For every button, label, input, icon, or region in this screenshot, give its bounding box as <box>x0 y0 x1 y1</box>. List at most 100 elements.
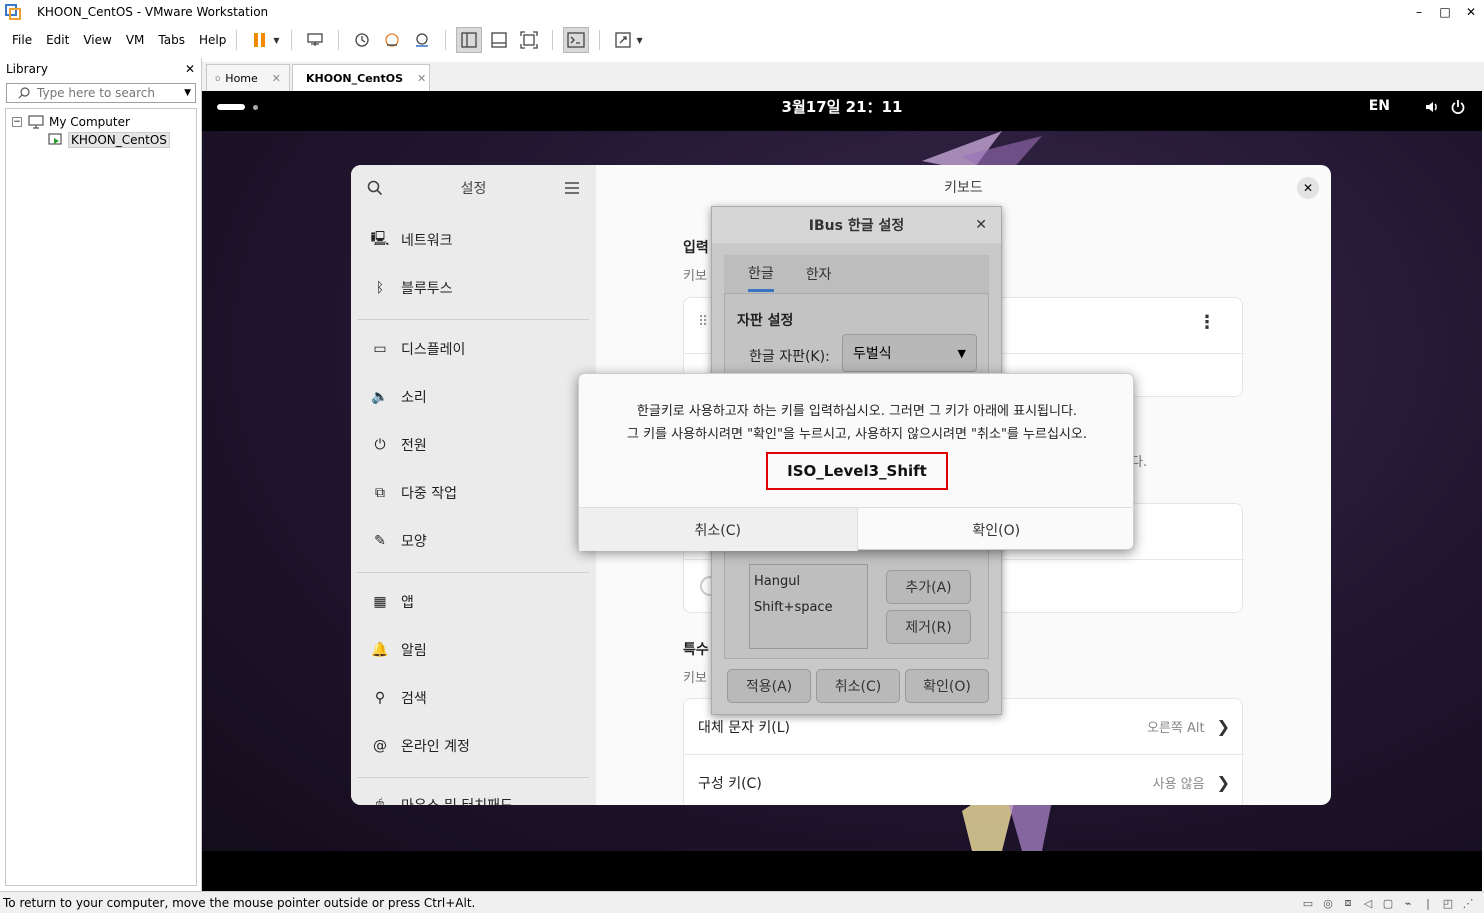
sidebar-item-online-accounts[interactable]: @ 온라인 계정 <box>371 734 470 758</box>
power-dropdown-arrow-icon[interactable]: ▼ <box>273 36 279 45</box>
network-adapter-icon[interactable]: ⧈ <box>1338 895 1358 911</box>
sidebar-item-multitasking[interactable]: ⧉ 다중 작업 <box>371 481 457 505</box>
snapshot-manager-button[interactable] <box>409 27 435 53</box>
console-view-button[interactable] <box>563 27 590 53</box>
library-close-icon[interactable]: ✕ <box>185 62 195 76</box>
suspend-button[interactable] <box>247 27 273 53</box>
stretch-guest-button[interactable] <box>610 27 636 53</box>
toolbar-separator <box>445 30 447 50</box>
key-dialog-ok-button[interactable]: 확인(O) <box>858 508 1136 551</box>
tab-khoon-centos[interactable]: KHOON_CentOS ✕ <box>292 64 430 91</box>
search-dropdown-arrow-icon[interactable]: ▼ <box>184 88 191 98</box>
message-log-icon[interactable]: ◰ <box>1438 895 1458 911</box>
sidebar-item-apps[interactable]: ▦ 앱 <box>371 590 414 614</box>
sidebar-item-label: 블루투스 <box>401 281 453 297</box>
cd-dvd-icon[interactable]: ◎ <box>1318 895 1338 911</box>
chevron-right-icon: ❯ <box>1216 773 1230 792</box>
library-panel: Library ✕ ▼ − My Computer KHOON_CentOS <box>0 58 202 891</box>
window-controls: – □ ✕ <box>1406 0 1484 24</box>
library-header: Library ✕ <box>0 58 201 80</box>
resize-grip-icon[interactable]: ⋰ <box>1458 895 1478 911</box>
sound-card-icon[interactable]: ◁ <box>1358 895 1378 911</box>
appearance-icon: ✎ <box>374 533 386 549</box>
menu-vm[interactable]: VM <box>126 33 145 47</box>
hard-disk-icon[interactable]: ▭ <box>1298 895 1318 911</box>
power-menu-icon[interactable] <box>1450 99 1466 115</box>
hangul-layout-select[interactable]: 두벌식 ▼ <box>842 334 977 372</box>
clock[interactable]: 3월17일 21：11 <box>202 91 1482 131</box>
tree-item-label: My Computer <box>49 115 130 129</box>
add-key-button[interactable]: 추가(A) <box>886 570 971 604</box>
sidebar-item-search[interactable]: ⚲ 검색 <box>371 686 427 710</box>
hamburger-menu-icon[interactable] <box>564 181 580 195</box>
bluetooth-icon: ᛒ <box>375 280 385 296</box>
revert-snapshot-icon <box>385 33 400 47</box>
dialog-buttons: 취소(C) 확인(O) <box>579 507 1135 551</box>
close-window-button[interactable]: ✕ <box>1458 0 1484 24</box>
maximize-button[interactable]: □ <box>1432 0 1458 24</box>
tree-item-khoon-centos[interactable]: KHOON_CentOS <box>48 131 196 149</box>
tab-close-icon[interactable]: ✕ <box>272 72 281 85</box>
row-value-text: 오른쪽 Alt <box>1146 721 1205 736</box>
tab-label: Home <box>225 71 258 85</box>
tab-hanja[interactable]: 한자 <box>806 258 832 290</box>
library-search-input[interactable] <box>37 86 177 100</box>
snapshot-button[interactable] <box>349 27 375 53</box>
sidebar-item-network[interactable]: 🖳 네트워크 <box>371 228 453 252</box>
home-icon <box>215 75 221 81</box>
usb-icon[interactable]: ⌁ <box>1398 895 1418 911</box>
guest-screen[interactable]: 3월17일 21：11 EN 설정 🖳 네트워크 ᛒ 블루투스 ▭ 디스플레이 … <box>202 91 1482 891</box>
sidebar-item-label: 디스플레이 <box>401 342 466 358</box>
sidebar-item-label: 알림 <box>401 643 427 659</box>
full-screen-button[interactable] <box>516 27 542 53</box>
compose-key-row[interactable]: 구성 키(C) 사용 않음 ❯ <box>684 755 1244 805</box>
library-search-box[interactable]: ▼ <box>6 83 196 103</box>
key-dialog-cancel-button[interactable]: 취소(C) <box>579 508 858 551</box>
sidebar-item-notifications[interactable]: 🔔 알림 <box>371 638 427 662</box>
menu-help[interactable]: Help <box>199 33 226 47</box>
sidebar-view-icon <box>461 32 478 48</box>
row-value-text: 사용 않음 <box>1152 777 1205 792</box>
view-library-button[interactable] <box>456 27 483 53</box>
ibus-close-icon[interactable]: ✕ <box>975 217 987 233</box>
remove-key-button[interactable]: 제거(R) <box>886 610 971 644</box>
menu-tabs[interactable]: Tabs <box>158 33 185 47</box>
send-ctrl-alt-del-button[interactable] <box>302 27 328 53</box>
hangul-keys-list[interactable]: Hangul Shift+space <box>749 564 868 649</box>
menu-edit[interactable]: Edit <box>46 33 69 47</box>
sidebar-title: 설정 <box>460 181 487 197</box>
collapse-toggle-icon[interactable]: − <box>12 117 22 127</box>
ok-button[interactable]: 확인(O) <box>905 669 989 703</box>
search-icon[interactable] <box>367 180 383 196</box>
tab-hangul[interactable]: 한글 <box>748 257 774 292</box>
sidebar-item-label: 소리 <box>401 390 427 406</box>
display-device-icon[interactable]: ▢ <box>1378 895 1398 911</box>
sidebar-item-mouse-touchpad[interactable]: 🖱 마우스 및 터치패드 <box>371 793 513 805</box>
mouse-icon: 🖱 <box>375 797 385 805</box>
list-item[interactable]: Hangul <box>754 569 863 595</box>
menu-view[interactable]: View <box>83 33 111 47</box>
view-thumbnail-button[interactable] <box>486 27 512 53</box>
tree-item-my-computer[interactable]: − My Computer <box>12 113 196 131</box>
apply-button[interactable]: 적용(A) <box>727 669 811 703</box>
more-options-icon[interactable]: ⋮ <box>1198 312 1216 333</box>
drag-handle-icon[interactable]: ⠿ <box>698 314 708 330</box>
input-language-indicator[interactable]: EN <box>1369 98 1390 114</box>
stretch-dropdown-arrow-icon[interactable]: ▼ <box>636 36 642 45</box>
sidebar-item-power[interactable]: ⏻ 전원 <box>371 433 426 457</box>
volume-icon[interactable] <box>1424 99 1440 115</box>
separator-icon: | <box>1426 896 1430 910</box>
menu-file[interactable]: File <box>12 33 32 47</box>
revert-snapshot-button[interactable] <box>379 27 405 53</box>
cancel-button[interactable]: 취소(C) <box>816 669 900 703</box>
library-tree: − My Computer KHOON_CentOS <box>5 108 197 886</box>
sidebar-item-display[interactable]: ▭ 디스플레이 <box>371 337 465 361</box>
minimize-button[interactable]: – <box>1406 0 1432 24</box>
sidebar-item-sound[interactable]: 🔈 소리 <box>371 385 427 409</box>
sidebar-item-appearance[interactable]: ✎ 모양 <box>371 529 427 553</box>
tab-home[interactable]: Home ✕ <box>206 64 290 91</box>
sidebar-item-bluetooth[interactable]: ᛒ 블루투스 <box>371 276 453 300</box>
list-item[interactable]: Shift+space <box>754 595 863 621</box>
settings-close-button[interactable]: ✕ <box>1297 177 1319 199</box>
tab-close-icon[interactable]: ✕ <box>417 72 426 85</box>
